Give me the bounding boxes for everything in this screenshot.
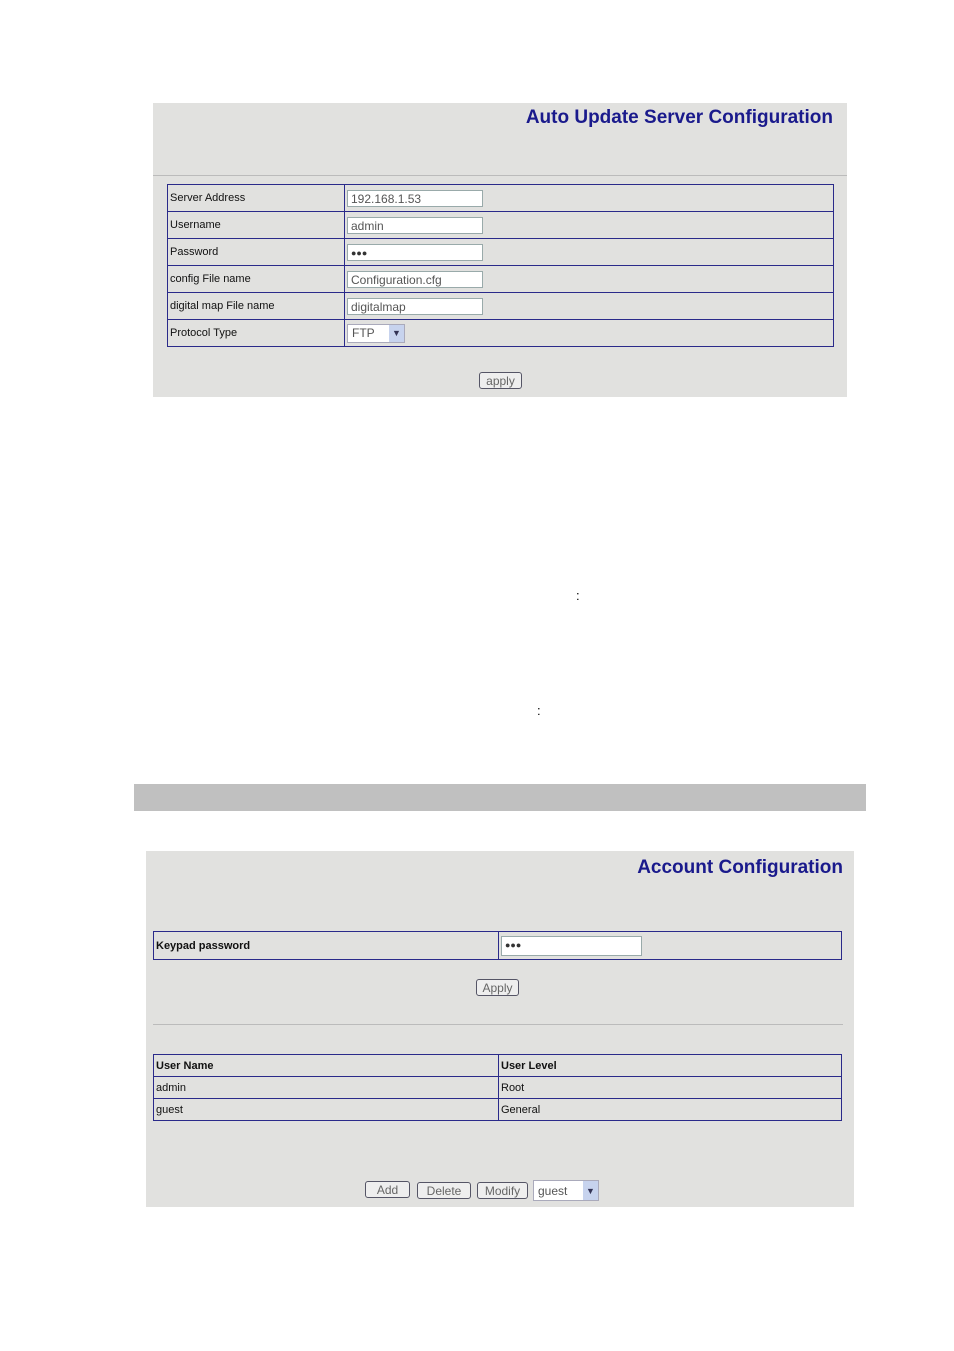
- divider: [153, 175, 847, 176]
- label: Username: [167, 211, 345, 239]
- label: Protocol Type: [167, 319, 345, 347]
- divider: [153, 1024, 843, 1025]
- delete-button[interactable]: Delete: [417, 1182, 471, 1199]
- server-address-input[interactable]: 192.168.1.53: [347, 189, 483, 207]
- chevron-down-icon[interactable]: ▼: [389, 324, 404, 342]
- label: config File name: [167, 265, 345, 293]
- table-row[interactable]: guest General: [153, 1098, 842, 1121]
- auto-update-form: Server Address 192.168.1.53 Username admin…: [167, 184, 834, 347]
- user-name: admin: [153, 1076, 499, 1099]
- label: digital map File name: [167, 292, 345, 320]
- keypad-apply-button[interactable]: Apply: [476, 979, 519, 996]
- selected-value: guest: [538, 1183, 568, 1198]
- label: Server Address: [167, 184, 345, 212]
- user-table: User Name User Level admin Root guest Gener…: [153, 1054, 842, 1121]
- chevron-down-icon[interactable]: ▼: [583, 1181, 598, 1200]
- user-level: General: [498, 1098, 842, 1121]
- apply-button[interactable]: apply: [479, 372, 522, 389]
- user-name: guest: [153, 1098, 499, 1121]
- username-input[interactable]: admin: [347, 216, 483, 234]
- password-input[interactable]: ●●●: [347, 243, 483, 261]
- column-header: User Level: [498, 1054, 842, 1077]
- user-level: Root: [498, 1076, 842, 1099]
- keypad-form: Keypad password ●●●: [153, 931, 842, 960]
- add-button[interactable]: Add: [365, 1181, 410, 1198]
- colon-text: :: [537, 703, 541, 718]
- colon-text: :: [576, 588, 580, 603]
- table-row[interactable]: admin Root: [153, 1076, 842, 1099]
- selected-value: FTP: [352, 326, 375, 340]
- section-bar: [134, 784, 866, 811]
- user-select[interactable]: guest ▼: [533, 1180, 599, 1201]
- column-header: User Name: [153, 1054, 499, 1077]
- keypad-password-input[interactable]: ●●●: [501, 935, 642, 956]
- account-panel: Account Configuration Keypad password ●●●…: [146, 851, 854, 1207]
- config-file-input[interactable]: Configuration.cfg: [347, 270, 483, 288]
- page-title: Auto Update Server Configuration: [525, 107, 833, 128]
- digital-map-input[interactable]: digitalmap: [347, 297, 483, 315]
- protocol-type-select[interactable]: FTP ▼: [347, 323, 405, 343]
- page-title: Account Configuration: [637, 857, 843, 878]
- modify-button[interactable]: Modify: [477, 1182, 528, 1199]
- auto-update-panel: Auto Update Server Configuration Server …: [153, 103, 847, 397]
- label: Password: [167, 238, 345, 266]
- keypad-password-label: Keypad password: [153, 931, 499, 960]
